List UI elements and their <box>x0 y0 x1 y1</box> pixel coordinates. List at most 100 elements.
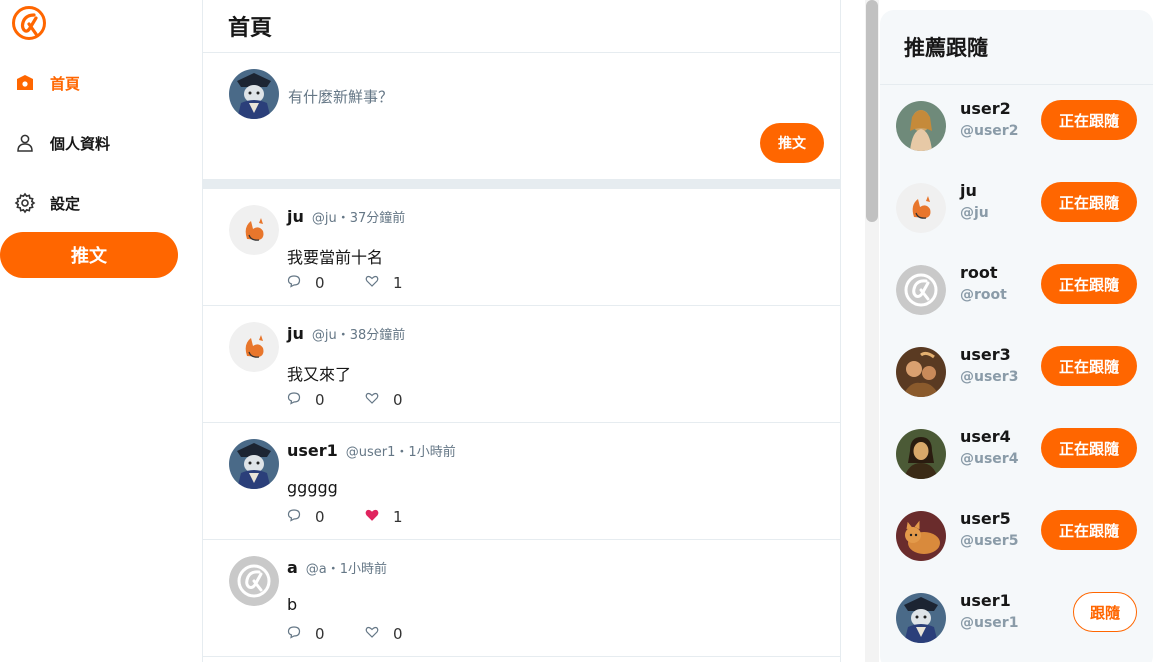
tweet-author-name[interactable]: a <box>287 558 298 577</box>
recommend-title: 推薦跟隨 <box>904 36 988 60</box>
recommend-user-name[interactable]: user2 <box>960 99 1011 118</box>
avatar[interactable] <box>896 347 946 397</box>
recommend-user-item[interactable]: user5 @user5 正在跟隨 <box>880 495 1153 577</box>
avatar[interactable] <box>229 69 279 119</box>
sidebar-item-home[interactable]: 首頁 <box>14 68 80 98</box>
recommend-user-item[interactable]: root @root 正在跟隨 <box>880 249 1153 331</box>
heart-icon <box>365 624 379 643</box>
scrollbar-thumb[interactable] <box>866 0 878 222</box>
recommend-user-name[interactable]: user5 <box>960 509 1011 528</box>
tweet-text: ggggg <box>287 478 338 497</box>
sidebar-item-profile[interactable]: 個人資料 <box>14 128 110 158</box>
reply-button[interactable]: 0 <box>287 624 365 643</box>
tweet-meta: @user1・1小時前 <box>345 445 456 460</box>
sidebar-item-label: 首頁 <box>50 74 81 93</box>
heart-filled-icon <box>365 507 379 526</box>
tweet-actions: 0 1 <box>287 507 443 526</box>
tweet-header: ju @ju・37分鐘前 <box>287 207 405 226</box>
like-button[interactable]: 0 <box>365 390 443 409</box>
recommend-header: 推薦跟隨 <box>880 10 1153 85</box>
home-icon <box>14 72 36 94</box>
page-title: 首頁 <box>228 16 273 41</box>
like-count: 1 <box>393 273 403 292</box>
avatar[interactable] <box>896 511 946 561</box>
following-button[interactable]: 正在跟隨 <box>1041 346 1137 386</box>
feed-scrollbar[interactable] <box>865 0 879 662</box>
tweet-author-name[interactable]: ju <box>287 207 304 226</box>
reply-count: 0 <box>315 624 325 643</box>
recommend-user-handle: @user5 <box>960 533 1019 549</box>
like-button[interactable]: 1 <box>365 507 443 526</box>
comment-icon <box>287 507 301 526</box>
avatar[interactable] <box>229 439 279 489</box>
left-sidebar: 首頁 個人資料 設定 推文 <box>0 0 202 662</box>
reply-count: 0 <box>315 390 325 409</box>
like-button[interactable]: 0 <box>365 624 443 643</box>
reply-button[interactable]: 0 <box>287 273 365 292</box>
recommend-user-item[interactable]: ju @ju 正在跟隨 <box>880 167 1153 249</box>
tweet-author-name[interactable]: user1 <box>287 441 338 460</box>
recommend-user-item[interactable]: user1 @user1 跟隨 <box>880 577 1153 659</box>
avatar[interactable] <box>896 183 946 233</box>
reply-count: 0 <box>315 507 325 526</box>
following-button[interactable]: 正在跟隨 <box>1041 100 1137 140</box>
tweet-item[interactable]: user1 @user1・1小時前 ggggg 0 1 <box>203 423 840 540</box>
tweet-text: 我又來了 <box>287 365 352 384</box>
avatar[interactable] <box>229 205 279 255</box>
avatar[interactable] <box>229 322 279 372</box>
heart-icon <box>365 390 379 409</box>
avatar[interactable] <box>896 101 946 151</box>
avatar[interactable] <box>896 429 946 479</box>
recommend-user-name[interactable]: ju <box>960 181 977 200</box>
tweet-item[interactable]: ju @ju・38分鐘前 我又來了 0 0 <box>203 306 840 423</box>
tweet-text: 我要當前十名 <box>287 248 384 267</box>
recommend-user-handle: @user4 <box>960 451 1019 467</box>
recommend-user-handle: @user1 <box>960 615 1019 631</box>
tweet-meta: @ju・38分鐘前 <box>311 328 406 343</box>
user-icon <box>14 132 36 154</box>
tweet-composer: 推文 <box>203 53 840 179</box>
following-button[interactable]: 正在跟隨 <box>1041 428 1137 468</box>
tweet-input[interactable] <box>288 83 808 111</box>
recommend-user-handle: @user3 <box>960 369 1019 385</box>
recommend-user-name[interactable]: root <box>960 263 998 282</box>
tweet-header: ju @ju・38分鐘前 <box>287 324 405 343</box>
recommend-user-item[interactable]: user4 @user4 正在跟隨 <box>880 413 1153 495</box>
follow-button[interactable]: 跟隨 <box>1073 592 1137 632</box>
like-button[interactable]: 1 <box>365 273 443 292</box>
tweet-text: b <box>287 595 298 614</box>
sidebar-tweet-button[interactable]: 推文 <box>0 232 178 278</box>
recommend-user-handle: @ju <box>960 205 989 221</box>
recommend-user-handle: @root <box>960 287 1007 303</box>
main-feed: 首頁 推文 <box>202 0 841 662</box>
sidebar-item-label: 設定 <box>50 194 81 213</box>
tweet-author-name[interactable]: ju <box>287 324 304 343</box>
sidebar-item-settings[interactable]: 設定 <box>14 188 80 218</box>
app-root: 首頁 個人資料 設定 推文 首頁 有什麼新鮮事？ 推文 ju @ju・37分鐘前… <box>0 0 1173 662</box>
comment-icon <box>287 273 301 292</box>
like-count: 1 <box>393 507 403 526</box>
following-button[interactable]: 正在跟隨 <box>1041 182 1137 222</box>
recommend-user-item[interactable]: user2 @user2 正在跟隨 <box>880 85 1153 167</box>
alpha-camp-logo-icon[interactable] <box>12 6 46 40</box>
recommend-user-name[interactable]: user1 <box>960 591 1011 610</box>
following-button[interactable]: 正在跟隨 <box>1041 264 1137 304</box>
avatar[interactable] <box>896 265 946 315</box>
recommend-panel: 推薦跟隨 user2 @user2 正在跟隨 ju @ju 正在跟隨 root … <box>880 10 1153 662</box>
reply-button[interactable]: 0 <box>287 390 365 409</box>
avatar[interactable] <box>896 593 946 643</box>
recommend-user-name[interactable]: user3 <box>960 345 1011 364</box>
sidebar-item-label: 個人資料 <box>50 134 111 153</box>
comment-icon <box>287 390 301 409</box>
recommend-user-item[interactable]: user3 @user3 正在跟隨 <box>880 331 1153 413</box>
following-button[interactable]: 正在跟隨 <box>1041 510 1137 550</box>
tweet-item[interactable]: ju @ju・37分鐘前 我要當前十名 0 1 <box>203 189 840 306</box>
heart-icon <box>365 273 379 292</box>
comment-icon <box>287 624 301 643</box>
reply-button[interactable]: 0 <box>287 507 365 526</box>
tweet-item[interactable]: a @a・1小時前 b 0 0 <box>203 540 840 657</box>
recommend-user-name[interactable]: user4 <box>960 427 1011 446</box>
feed-header: 首頁 <box>203 0 840 53</box>
avatar[interactable] <box>229 556 279 606</box>
tweet-submit-button[interactable]: 推文 <box>760 123 824 163</box>
